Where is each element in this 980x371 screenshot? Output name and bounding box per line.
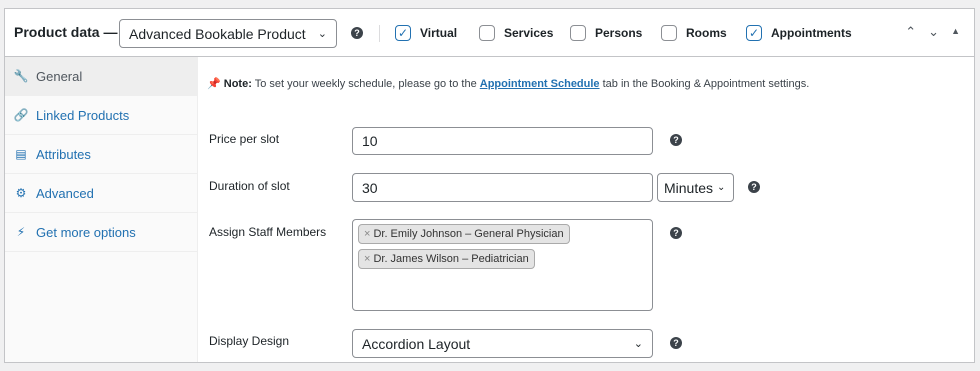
duration-of-slot-label: Duration of slot bbox=[209, 179, 290, 193]
sidebar-item-label: General bbox=[36, 68, 83, 84]
price-value: 10 bbox=[362, 133, 378, 149]
chevron-up-icon[interactable]: ⌃ bbox=[905, 24, 916, 40]
checkbox-checked-icon[interactable]: ✓ bbox=[746, 25, 762, 41]
duration-unit-select[interactable]: Minutes ⌄ bbox=[657, 173, 734, 202]
note-text-after: tab in the Booking & Appointment setting… bbox=[599, 78, 810, 90]
duration-value: 30 bbox=[362, 179, 378, 196]
sidebar-item-get-more-options[interactable]: ⚡ Get more options bbox=[5, 213, 197, 252]
sidebar-item-label: Attributes bbox=[36, 146, 91, 162]
appointment-schedule-link[interactable]: Appointment Schedule bbox=[480, 78, 600, 90]
help-icon[interactable]: ? bbox=[670, 134, 682, 146]
sidebar-item-attributes[interactable]: ▤ Attributes bbox=[5, 135, 197, 174]
checkbox-persons[interactable]: Persons bbox=[570, 25, 642, 41]
note-text: To set your weekly schedule, please go t… bbox=[251, 78, 480, 90]
chevron-down-icon: ⌄ bbox=[317, 28, 327, 40]
panel-title: Product data — bbox=[14, 24, 118, 40]
remove-icon[interactable]: × bbox=[364, 253, 370, 265]
chevron-down-icon: ⌄ bbox=[633, 338, 643, 350]
assign-staff-label: Assign Staff Members bbox=[209, 225, 327, 239]
staff-multiselect[interactable]: × Dr. Emily Johnson – General Physician ×… bbox=[352, 219, 653, 311]
product-type-value: Advanced Bookable Product bbox=[129, 25, 306, 42]
sidebar-item-advanced[interactable]: ⚙ Advanced bbox=[5, 174, 197, 213]
collapse-triangle-icon[interactable]: ▲ bbox=[951, 26, 960, 40]
checkbox-label: Rooms bbox=[686, 26, 727, 40]
sidebar-item-label: Get more options bbox=[36, 224, 136, 240]
display-design-label: Display Design bbox=[209, 334, 290, 348]
help-icon[interactable]: ? bbox=[748, 181, 760, 193]
sidebar-item-general[interactable]: 🔧 General bbox=[5, 57, 197, 96]
wrench-icon: 🔧 bbox=[13, 69, 29, 83]
price-per-slot-label: Price per slot bbox=[209, 132, 280, 146]
chevron-down-icon: ⌄ bbox=[717, 182, 726, 193]
sidebar-item-linked-products[interactable]: 🔗 Linked Products bbox=[5, 96, 197, 135]
product-data-tabs: 🔧 General 🔗 Linked Products ▤ Attributes… bbox=[5, 57, 198, 362]
checkbox-unchecked-icon[interactable] bbox=[570, 25, 586, 41]
duration-of-slot-input[interactable]: 30 bbox=[352, 173, 653, 202]
price-per-slot-input[interactable]: 10 bbox=[352, 127, 653, 155]
pushpin-icon: 📌 bbox=[207, 78, 221, 90]
product-data-panel: Product data — Advanced Bookable Product… bbox=[4, 8, 975, 363]
help-icon[interactable]: ? bbox=[670, 227, 682, 239]
staff-chip-label: Dr. Emily Johnson – General Physician bbox=[373, 228, 564, 240]
display-design-value: Accordion Layout bbox=[362, 335, 471, 352]
checkbox-virtual[interactable]: ✓ Virtual bbox=[395, 25, 457, 41]
staff-chip-label: Dr. James Wilson – Pediatrician bbox=[373, 253, 529, 265]
link-icon: 🔗 bbox=[13, 108, 29, 122]
help-icon[interactable]: ? bbox=[670, 337, 682, 349]
checkbox-label: Services bbox=[504, 26, 554, 40]
product-data-header: Product data — Advanced Bookable Product… bbox=[5, 9, 974, 57]
display-design-select[interactable]: Accordion Layout ⌄ bbox=[352, 329, 653, 358]
checkbox-label: Persons bbox=[595, 26, 643, 40]
sidebar-item-label: Linked Products bbox=[36, 107, 130, 123]
gear-icon: ⚙ bbox=[15, 186, 27, 200]
checkbox-rooms[interactable]: Rooms bbox=[661, 25, 727, 41]
general-tab-content: 📌 Note: To set your weekly schedule, ple… bbox=[199, 57, 975, 362]
product-type-select[interactable]: Advanced Bookable Product ⌄ bbox=[119, 19, 337, 48]
checkbox-unchecked-icon[interactable] bbox=[661, 25, 677, 41]
chevron-down-icon[interactable]: ⌄ bbox=[928, 24, 939, 40]
remove-icon[interactable]: × bbox=[364, 228, 370, 240]
staff-chip[interactable]: × Dr. James Wilson – Pediatrician bbox=[358, 249, 535, 269]
checkbox-services[interactable]: Services bbox=[479, 25, 553, 41]
help-icon[interactable]: ? bbox=[351, 27, 363, 39]
note-prefix: Note: bbox=[223, 78, 252, 90]
checkbox-appointments[interactable]: ✓ Appointments bbox=[746, 25, 852, 41]
checkbox-unchecked-icon[interactable] bbox=[479, 25, 495, 41]
plugin-icon: ⚡ bbox=[16, 225, 26, 239]
checkbox-label: Appointments bbox=[771, 26, 852, 40]
staff-chip[interactable]: × Dr. Emily Johnson – General Physician bbox=[358, 224, 570, 244]
checkbox-label: Virtual bbox=[420, 26, 458, 40]
panel-controls: ⌃ ⌄ ▲ bbox=[905, 24, 960, 40]
checkbox-checked-icon[interactable]: ✓ bbox=[395, 25, 411, 41]
list-icon: ▤ bbox=[15, 147, 27, 161]
duration-unit-value: Minutes bbox=[664, 179, 714, 196]
schedule-note: 📌 Note: To set your weekly schedule, ple… bbox=[207, 77, 809, 90]
sidebar-item-label: Advanced bbox=[36, 185, 94, 201]
divider bbox=[379, 25, 380, 42]
